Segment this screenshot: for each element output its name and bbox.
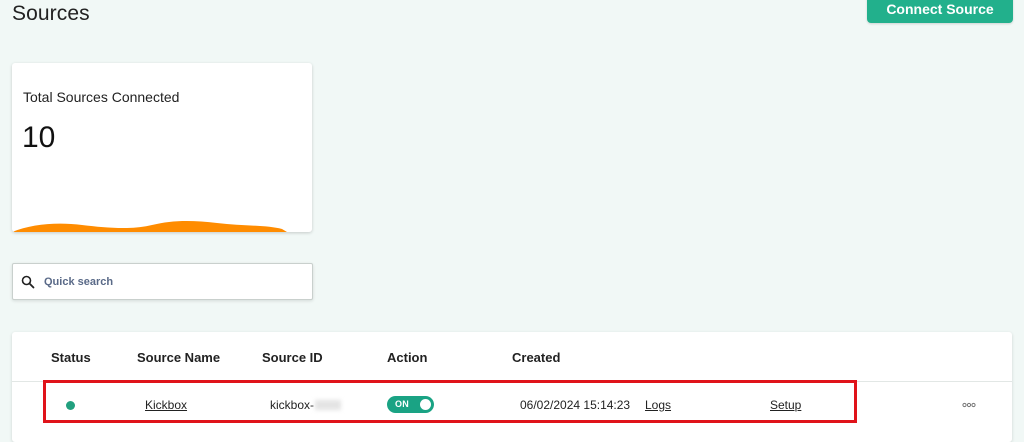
column-header-source-id: Source ID (262, 350, 323, 365)
search-icon (21, 275, 35, 289)
stat-value: 10 (22, 121, 56, 154)
total-sources-card: Total Sources Connected 10 (12, 63, 312, 232)
toggle-knob (420, 399, 431, 410)
sources-table: Status Source Name Source ID Action Crea… (12, 332, 1012, 442)
setup-link[interactable]: Setup (770, 398, 801, 412)
source-id-text: kickbox- (270, 398, 315, 412)
source-enabled-toggle[interactable]: ON (387, 396, 434, 413)
sparkline-wave (12, 220, 287, 232)
search-input[interactable] (44, 275, 284, 288)
source-name-link[interactable]: Kickbox (145, 398, 187, 412)
connect-source-button[interactable]: Connect Source (867, 0, 1013, 23)
table-header: Status Source Name Source ID Action Crea… (12, 332, 1012, 382)
status-indicator (66, 401, 75, 410)
table-row: Kickbox kickbox- ON 06/02/2024 15:14:23 … (12, 382, 1012, 430)
search-box[interactable] (12, 263, 313, 300)
column-header-status: Status (51, 350, 91, 365)
stat-label: Total Sources Connected (23, 89, 180, 105)
source-id: kickbox- (270, 398, 342, 412)
toggle-label: ON (395, 399, 410, 409)
column-header-action: Action (387, 350, 428, 365)
column-header-created: Created (512, 350, 561, 365)
more-horizontal-icon[interactable] (962, 402, 976, 408)
column-header-source-name: Source Name (137, 350, 221, 365)
page-title: Sources (12, 2, 90, 25)
created-timestamp: 06/02/2024 15:14:23 (520, 398, 631, 412)
redacted-id-blur (315, 400, 342, 410)
logs-link[interactable]: Logs (645, 398, 671, 412)
